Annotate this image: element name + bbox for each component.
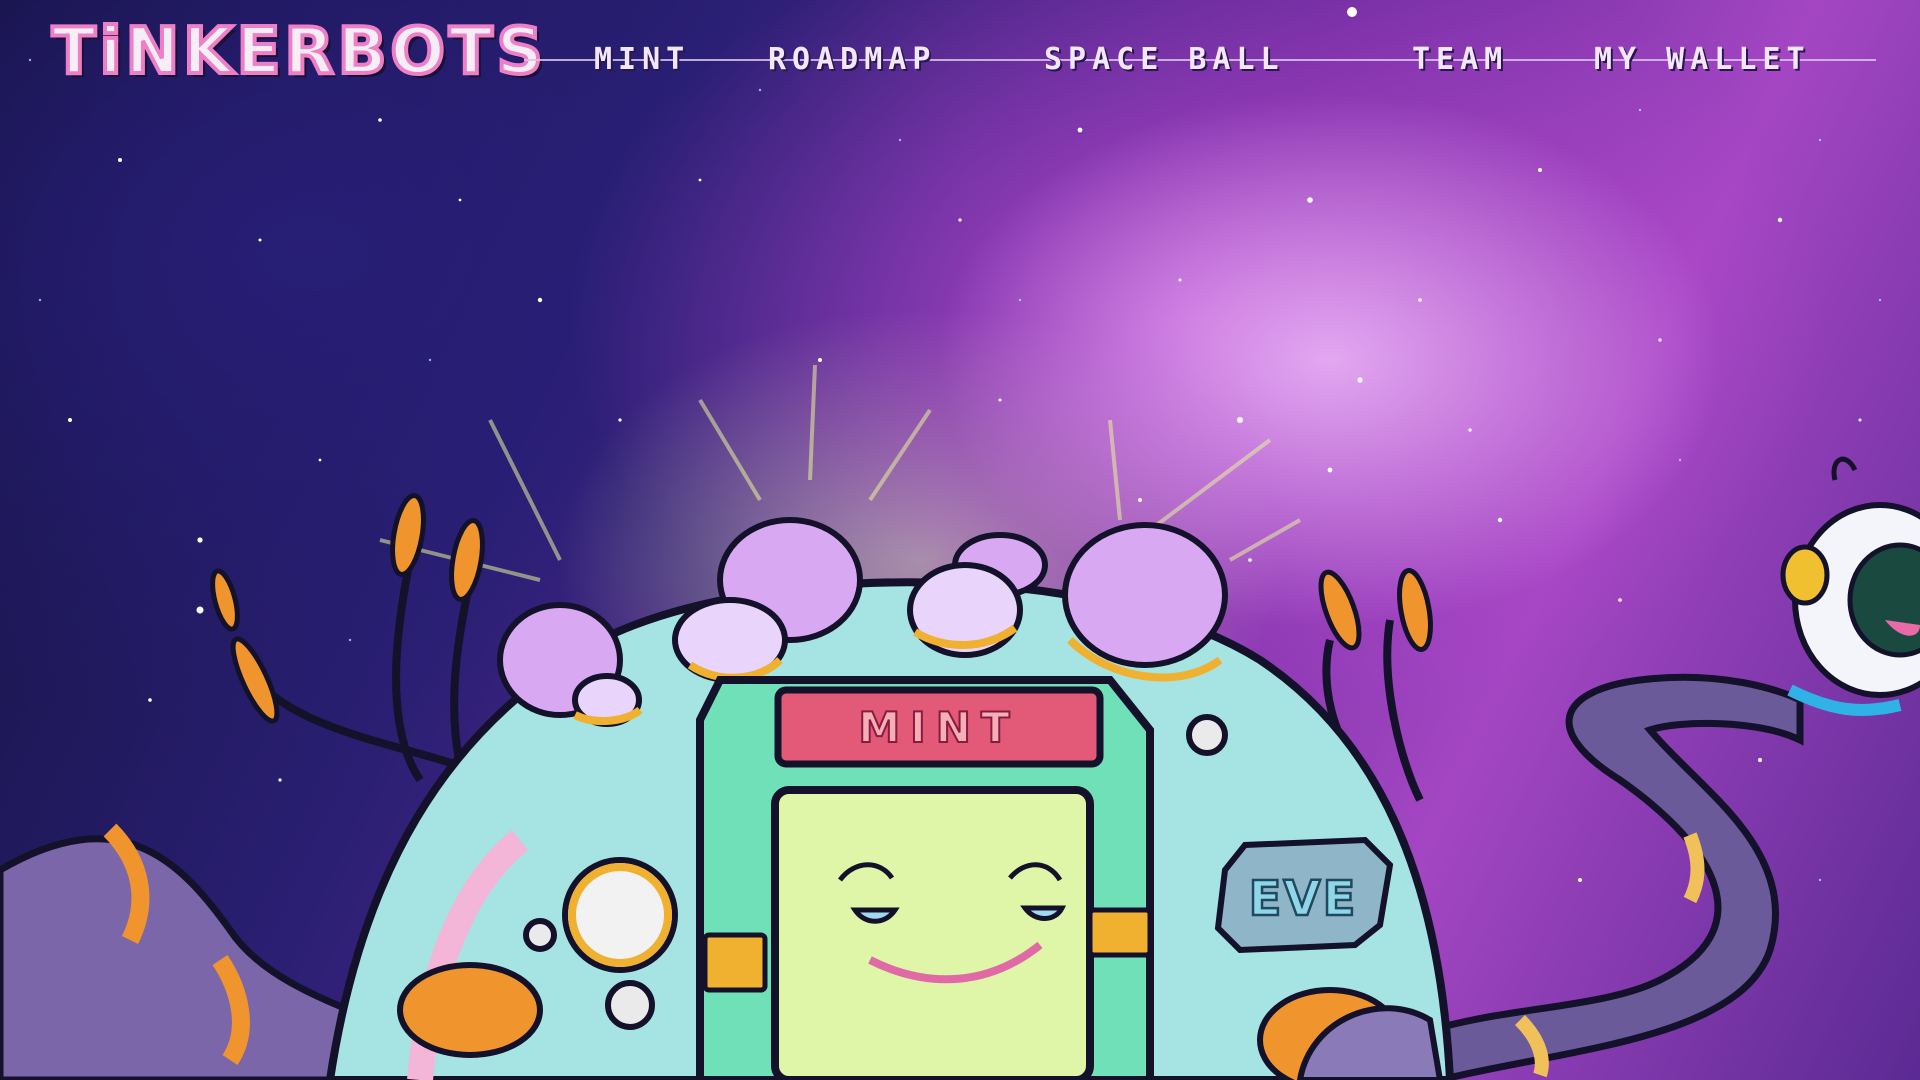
svg-text:EVE: EVE bbox=[1249, 871, 1358, 927]
space-robot-mascot bbox=[1780, 456, 1920, 716]
nav-mint[interactable]: MINT bbox=[594, 42, 690, 77]
nav-my-wallet[interactable]: MY WALLET bbox=[1594, 42, 1811, 77]
site-header: TiNKERBOTS MINT ROADMAP SPACE BALL TEAM … bbox=[0, 0, 1920, 120]
nav-team[interactable]: TEAM bbox=[1412, 42, 1508, 77]
mint-machine-illustration: MINT EVE bbox=[0, 364, 1920, 1080]
nav-space-ball[interactable]: SPACE BALL bbox=[1044, 42, 1285, 77]
mint-screen bbox=[771, 786, 1094, 1080]
main-nav: MINT ROADMAP SPACE BALL TEAM MY WALLET bbox=[524, 40, 1876, 80]
svg-text:MINT: MINT bbox=[858, 703, 1019, 752]
mint-sign[interactable]: MINT bbox=[774, 686, 1104, 768]
nav-roadmap[interactable]: ROADMAP bbox=[768, 42, 936, 77]
eve-badge: EVE bbox=[1214, 836, 1394, 954]
logo[interactable]: TiNKERBOTS bbox=[50, 18, 547, 86]
